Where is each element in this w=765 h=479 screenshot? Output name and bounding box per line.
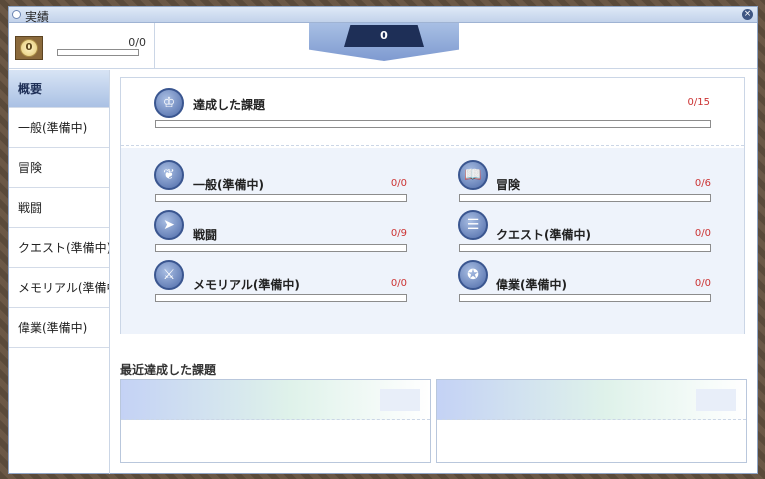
- level-box: 0 0/0: [9, 23, 155, 69]
- sword-icon: ⚔: [154, 260, 184, 290]
- level-badge: 0: [15, 36, 43, 60]
- category-general-count: 0/0: [390, 178, 407, 189]
- category-battle-count: 0/9: [390, 228, 407, 239]
- trophy-icon: ♔: [154, 88, 184, 118]
- category-adventure-label: 冒険: [496, 178, 521, 192]
- category-battle-label: 戦闘: [193, 228, 218, 242]
- summary-panel: ♔ 達成した課題 0/15 ❦ 一般(準備中) 0/0 ➤ 戦闘 0/9 ⚔ メ…: [120, 77, 745, 334]
- sidebar-item-memorial[interactable]: メモリアル(準備中): [9, 268, 109, 308]
- category-general-label: 一般(準備中): [193, 178, 264, 192]
- category-feat-label: 偉業(準備中): [496, 278, 567, 292]
- points-value: 0: [344, 25, 424, 47]
- book-icon: 📖: [458, 160, 488, 190]
- recent-section-title: 最近達成した課題: [120, 363, 217, 377]
- category-quest-label: クエスト(準備中): [496, 228, 591, 242]
- category-quest-count: 0/0: [694, 228, 711, 239]
- category-adventure-bar: [459, 194, 711, 202]
- total-label: 達成した課題: [193, 98, 266, 112]
- category-feat-bar: [459, 294, 711, 302]
- medal-icon: ✪: [458, 260, 488, 290]
- recent-card-badge: [380, 389, 420, 411]
- category-battle-bar: [155, 244, 407, 252]
- category-feat-count: 0/0: [694, 278, 711, 289]
- recent-card[interactable]: [436, 379, 747, 463]
- sidebar-item-feat[interactable]: 偉業(準備中): [9, 308, 109, 348]
- laurel-icon: ❦: [154, 160, 184, 190]
- category-memorial-count: 0/0: [390, 278, 407, 289]
- summary-total: ♔ 達成した課題 0/15: [121, 78, 744, 146]
- level-coin-icon: 0: [20, 39, 38, 57]
- sidebar-item-quest[interactable]: クエスト(準備中): [9, 228, 109, 268]
- level-count: 0/0: [128, 36, 146, 49]
- category-memorial-bar: [155, 294, 407, 302]
- sidebar: 概要 一般(準備中) 冒険 戦闘 クエスト(準備中) メモリアル(準備中) 偉業…: [9, 70, 110, 474]
- close-icon[interactable]: ×: [742, 9, 753, 20]
- recent-card-badge: [696, 389, 736, 411]
- title-bar[interactable]: 実績 ×: [9, 7, 757, 24]
- sidebar-item-battle[interactable]: 戦闘: [9, 188, 109, 228]
- category-adventure-count: 0/6: [694, 178, 711, 189]
- scroll-icon: ☰: [458, 210, 488, 240]
- achievement-window: 実績 × 0 0/0 0 概要 一般(準備中) 冒険 戦闘 クエスト(準備中) …: [8, 6, 758, 474]
- sidebar-item-adventure[interactable]: 冒険: [9, 148, 109, 188]
- category-general-bar: [155, 194, 407, 202]
- arrow-icon: ➤: [154, 210, 184, 240]
- category-grid: ❦ 一般(準備中) 0/0 ➤ 戦闘 0/9 ⚔ メモリアル(準備中) 0/0 …: [121, 148, 744, 334]
- category-quest-bar: [459, 244, 711, 252]
- total-count: 0/15: [687, 97, 710, 108]
- window-dot-icon: [12, 10, 21, 19]
- total-progress-bar: [155, 120, 711, 128]
- level-progress-bar: [57, 49, 139, 56]
- recent-card[interactable]: [120, 379, 431, 463]
- sidebar-item-general[interactable]: 一般(準備中): [9, 108, 109, 148]
- sidebar-item-overview[interactable]: 概要: [9, 70, 109, 108]
- header: 0 0/0 0: [9, 23, 757, 69]
- category-memorial-label: メモリアル(準備中): [193, 278, 300, 292]
